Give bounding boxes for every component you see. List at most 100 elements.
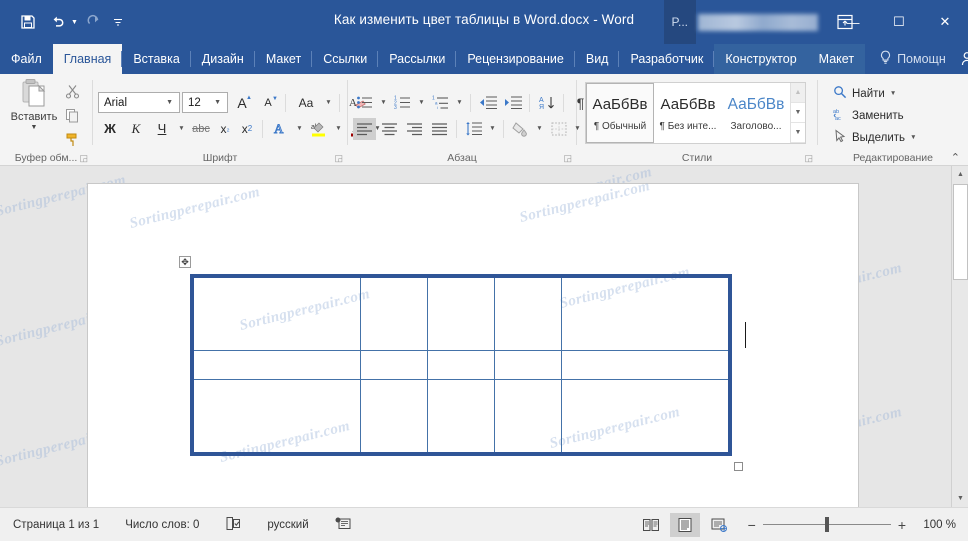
minimize-button[interactable]: — — [830, 0, 876, 44]
multilevel-list-button[interactable]: 1ai — [429, 92, 452, 114]
underline-button[interactable]: Ч — [150, 118, 174, 140]
zoom-level-label[interactable]: 100 % — [916, 519, 956, 531]
tab-insert[interactable]: Вставка — [122, 44, 191, 74]
grow-font-button[interactable]: A ▲ — [230, 92, 254, 114]
tab-developer[interactable]: Разработчик — [619, 44, 715, 74]
justify-button[interactable] — [428, 118, 451, 140]
paste-button[interactable]: Вставить ▼ — [8, 77, 60, 131]
page-indicator[interactable]: Страница 1 из 1 — [0, 519, 112, 531]
document-canvas[interactable]: Sortingperepair.com Sortingperepair.com … — [0, 166, 968, 507]
web-layout-button[interactable] — [704, 513, 734, 537]
line-spacing-button[interactable] — [462, 118, 485, 140]
zoom-thumb[interactable] — [824, 517, 829, 532]
table-cell[interactable] — [561, 379, 731, 455]
text-effects-caret[interactable]: ▼ — [294, 125, 305, 132]
table-cell[interactable] — [191, 275, 361, 351]
zoom-track[interactable] — [762, 517, 891, 532]
style-normal[interactable]: АаБбВв ¶ Обычный — [586, 83, 654, 143]
borders-button[interactable] — [547, 118, 570, 140]
scroll-up-button[interactable]: ▲ — [952, 166, 968, 183]
table-cell[interactable] — [426, 275, 496, 351]
align-left-button[interactable] — [353, 117, 376, 140]
line-spacing-caret[interactable]: ▼ — [487, 125, 498, 132]
decrease-indent-button[interactable] — [476, 92, 499, 114]
table-cell[interactable] — [494, 349, 563, 381]
select-caret[interactable]: ▼ — [910, 134, 916, 141]
change-case-button[interactable]: Aa — [291, 92, 321, 114]
font-size-combo[interactable]: 12 ▼ — [182, 92, 228, 113]
text-highlight-button[interactable]: ab — [307, 118, 331, 140]
table-container[interactable]: ✥ — [179, 256, 746, 471]
font-dialog-launcher-icon[interactable]: ◲ — [334, 153, 343, 164]
account-label[interactable]: P... — [663, 0, 696, 44]
word-count[interactable]: Число слов: 0 — [112, 519, 212, 531]
bullets-caret[interactable]: ▼ — [378, 99, 389, 106]
zoom-slider[interactable]: − + — [738, 517, 912, 532]
scroll-down-button[interactable]: ▼ — [952, 490, 968, 507]
subscript-button[interactable]: x₂ — [215, 118, 235, 140]
numbering-button[interactable]: 123 — [391, 92, 414, 114]
tab-design[interactable]: Дизайн — [191, 44, 255, 74]
zoom-out-button[interactable]: − — [748, 518, 756, 532]
replace-button[interactable]: ab ac Заменить — [829, 105, 921, 126]
text-effects-button[interactable]: A — [268, 118, 292, 140]
change-case-caret[interactable]: ▼ — [323, 99, 334, 106]
share-person-icon[interactable] — [956, 44, 968, 74]
paste-dropdown-caret[interactable]: ▼ — [31, 124, 38, 131]
table-move-handle[interactable]: ✥ — [179, 256, 191, 268]
print-layout-button[interactable] — [669, 512, 700, 537]
proofing-status[interactable] — [212, 516, 254, 534]
styles-scroll-down-button[interactable]: ▼ — [791, 103, 805, 123]
table-cell[interactable] — [426, 349, 496, 381]
tab-table-design[interactable]: Конструктор — [714, 44, 807, 74]
language-indicator[interactable]: русский — [254, 519, 321, 531]
superscript-button[interactable]: x2 — [237, 118, 257, 140]
vertical-scrollbar[interactable]: ▲ ▼ — [951, 166, 968, 507]
table-cell[interactable] — [494, 275, 563, 351]
table-cell[interactable] — [191, 379, 361, 455]
shading-button[interactable] — [509, 118, 532, 140]
table-cell[interactable] — [426, 379, 496, 455]
table-cell[interactable] — [359, 349, 428, 381]
tab-file[interactable]: Файл — [0, 44, 53, 74]
table-cell[interactable] — [191, 349, 361, 381]
bold-button[interactable]: Ж — [98, 118, 122, 140]
increase-indent-button[interactable] — [501, 92, 524, 114]
table-cell[interactable] — [359, 275, 428, 351]
tab-home[interactable]: Главная — [52, 44, 123, 74]
find-caret[interactable]: ▼ — [890, 90, 896, 97]
maximize-button[interactable]: ☐ — [876, 0, 922, 44]
cut-button[interactable] — [60, 80, 84, 102]
chevron-down-icon[interactable]: ▼ — [212, 99, 225, 106]
paragraph-dialog-launcher-icon[interactable]: ◲ — [563, 153, 572, 164]
table-cell[interactable] — [359, 379, 428, 455]
multilevel-caret[interactable]: ▼ — [454, 99, 465, 106]
tab-review[interactable]: Рецензирование — [456, 44, 575, 74]
tab-view[interactable]: Вид — [575, 44, 620, 74]
font-family-combo[interactable]: Arial ▼ — [98, 92, 180, 113]
style-no-spacing[interactable]: АаБбВв ¶ Без инте... — [654, 83, 722, 143]
tell-me-box[interactable]: Помощн — [865, 44, 956, 74]
numbering-caret[interactable]: ▼ — [416, 99, 427, 106]
scrollbar-thumb[interactable] — [953, 184, 968, 280]
format-painter-button[interactable] — [60, 128, 84, 150]
table-row[interactable] — [191, 275, 731, 351]
underline-caret[interactable]: ▼ — [176, 125, 187, 132]
chevron-down-icon[interactable]: ▼ — [164, 99, 177, 106]
read-mode-button[interactable] — [636, 513, 666, 537]
zoom-in-button[interactable]: + — [898, 518, 906, 532]
tab-mailings[interactable]: Рассылки — [378, 44, 457, 74]
copy-button[interactable] — [60, 104, 84, 126]
align-center-button[interactable] — [378, 118, 401, 140]
table-cell[interactable] — [494, 379, 563, 455]
highlight-caret[interactable]: ▼ — [333, 125, 344, 132]
shrink-font-button[interactable]: A ▼ — [256, 92, 280, 114]
tab-references[interactable]: Ссылки — [312, 44, 379, 74]
table-row[interactable] — [191, 349, 731, 381]
bullets-button[interactable] — [353, 92, 376, 114]
clipboard-dialog-launcher-icon[interactable]: ◲ — [79, 153, 88, 164]
align-right-button[interactable] — [403, 118, 426, 140]
document-page[interactable]: Sortingperepair.com Sortingperepair.com … — [88, 178, 858, 507]
styles-dialog-launcher-icon[interactable]: ◲ — [804, 153, 813, 164]
tab-table-layout[interactable]: Макет — [808, 44, 865, 74]
